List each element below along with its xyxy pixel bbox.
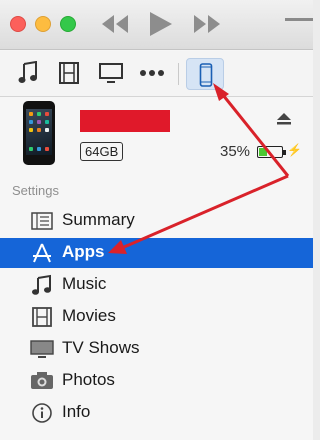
settings-sidebar: Settings Summary Apps Music Movies TV Sh… — [0, 178, 313, 440]
volume-slider[interactable] — [285, 18, 313, 32]
music-icon — [32, 274, 51, 295]
apps-icon — [33, 243, 51, 263]
sidebar-item-info[interactable]: Info — [0, 398, 313, 428]
tv-shows-icon — [30, 340, 54, 358]
device-name-redacted — [80, 110, 170, 132]
sidebar-item-label: Summary — [62, 210, 135, 229]
movies-icon — [32, 307, 52, 327]
battery-percent: 35% — [220, 143, 251, 160]
capacity-badge: 64GB — [80, 142, 124, 161]
charging-icon: ⚡ — [287, 143, 302, 157]
music-note-icon[interactable] — [18, 61, 38, 85]
battery-level — [259, 148, 267, 156]
fast-forward-icon[interactable] — [192, 12, 222, 36]
more-icon[interactable] — [139, 69, 165, 77]
iphone-image — [23, 101, 55, 165]
sidebar-item-label: Movies — [62, 306, 116, 325]
sidebar-item-label: Photos — [62, 370, 115, 389]
play-icon[interactable] — [146, 10, 174, 38]
sidebar-item-music[interactable]: Music — [0, 270, 313, 300]
iphone-icon — [199, 63, 213, 87]
toolbar-divider — [178, 63, 179, 85]
sidebar-item-label: TV Shows — [62, 338, 140, 357]
zoom-button[interactable] — [60, 16, 76, 32]
film-icon[interactable] — [58, 61, 80, 85]
sidebar-item-label: Music — [62, 274, 107, 293]
device-button[interactable] — [186, 58, 224, 90]
sidebar-item-photos[interactable]: Photos — [0, 366, 313, 396]
rewind-icon[interactable] — [100, 12, 130, 36]
summary-icon — [31, 212, 53, 230]
close-button[interactable] — [10, 16, 26, 32]
tv-icon[interactable] — [98, 61, 124, 85]
title-bar — [0, 0, 313, 50]
photos-icon — [31, 372, 53, 389]
itunes-window: 64GB 35% ⚡ Settings Summary Apps Music M… — [0, 0, 313, 440]
sidebar-item-movies[interactable]: Movies — [0, 302, 313, 332]
sidebar-item-label: Apps — [62, 242, 105, 261]
media-toolbar — [0, 51, 313, 97]
eject-icon[interactable] — [276, 112, 292, 126]
info-icon — [32, 403, 52, 423]
sidebar-item-summary[interactable]: Summary — [0, 206, 313, 236]
device-summary: 64GB 35% ⚡ — [0, 98, 313, 178]
settings-heading: Settings — [12, 183, 59, 198]
sidebar-item-label: Info — [62, 402, 91, 421]
minimize-button[interactable] — [35, 16, 51, 32]
battery-icon — [257, 146, 286, 158]
sidebar-item-apps[interactable]: Apps — [0, 238, 313, 268]
sidebar-item-tv-shows[interactable]: TV Shows — [0, 334, 313, 364]
